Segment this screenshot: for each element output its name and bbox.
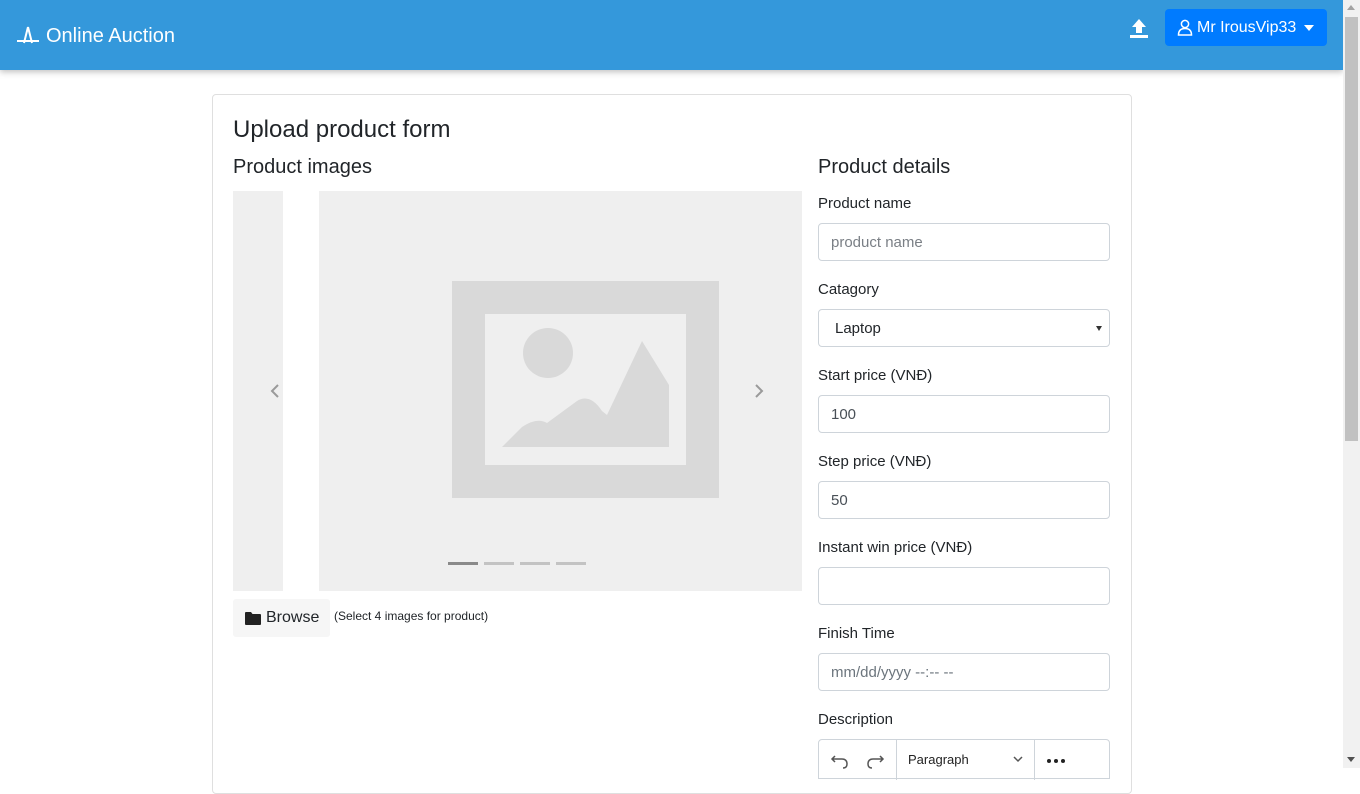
upload-icon[interactable] <box>1128 16 1150 40</box>
product-name-input[interactable]: product name <box>818 223 1110 261</box>
scroll-down-arrow-icon[interactable] <box>1347 757 1355 762</box>
user-name: Mr IrousVip33 <box>1197 18 1297 36</box>
step-price-input[interactable]: 50 <box>818 481 1110 519</box>
chevron-down-icon[interactable] <box>1012 753 1024 765</box>
toolbar-divider <box>1034 740 1035 780</box>
form-title: Upload product form <box>233 116 451 143</box>
start-price-input[interactable]: 100 <box>818 395 1110 433</box>
toolbar-divider <box>896 740 897 780</box>
carousel-indicator-4[interactable] <box>556 562 586 565</box>
user-icon <box>1177 19 1193 36</box>
browse-label: Browse <box>266 609 320 626</box>
product-details-heading: Product details <box>818 156 951 178</box>
undo-icon[interactable] <box>830 750 850 770</box>
carousel-prev-icon[interactable] <box>268 382 282 400</box>
browse-hint: (Select 4 images for product) <box>334 609 489 623</box>
finish-time-input[interactable]: mm/dd/yyyy --:-- -- <box>818 653 1110 691</box>
brand-name: Online Auction <box>46 24 175 47</box>
auction-logo-icon <box>17 26 39 44</box>
caret-down-icon <box>1304 24 1315 31</box>
block-format-select[interactable]: Paragraph <box>908 752 969 767</box>
user-menu-button[interactable]: Mr IrousVip33 <box>1165 9 1327 46</box>
more-options-icon[interactable] <box>1047 759 1065 763</box>
carousel-indicator-3[interactable] <box>520 562 550 565</box>
scroll-up-arrow-icon[interactable] <box>1347 5 1355 10</box>
instant-win-price-input[interactable] <box>818 567 1110 605</box>
start-price-label: Start price (VNĐ) <box>818 367 933 384</box>
redo-icon[interactable] <box>865 750 885 770</box>
top-navbar: Online Auction Mr IrousVip33 <box>0 0 1343 70</box>
category-label: Catagory <box>818 281 879 298</box>
description-editor-toolbar: Paragraph <box>818 739 1110 780</box>
scroll-thumb[interactable] <box>1345 17 1358 441</box>
finish-time-label: Finish Time <box>818 625 895 642</box>
category-select[interactable]: Laptop <box>818 309 1110 347</box>
carousel-next-icon[interactable] <box>752 382 766 400</box>
product-images-heading: Product images <box>233 156 372 178</box>
description-label: Description <box>818 711 894 728</box>
instant-win-price-label: Instant win price (VNĐ) <box>818 539 973 556</box>
carousel-indicator-2[interactable] <box>484 562 514 565</box>
brand-link[interactable]: Online Auction <box>16 22 175 50</box>
page-scrollbar[interactable] <box>1343 0 1360 768</box>
browse-button[interactable]: Browse <box>233 599 330 637</box>
folder-icon <box>245 611 261 625</box>
category-selected-value: Laptop <box>835 319 881 337</box>
step-price-label: Step price (VNĐ) <box>818 453 932 470</box>
select-arrow-icon <box>1096 326 1102 331</box>
image-placeholder-icon <box>452 281 719 498</box>
carousel-indicator-1[interactable] <box>448 562 478 565</box>
product-name-label: Product name <box>818 195 912 212</box>
